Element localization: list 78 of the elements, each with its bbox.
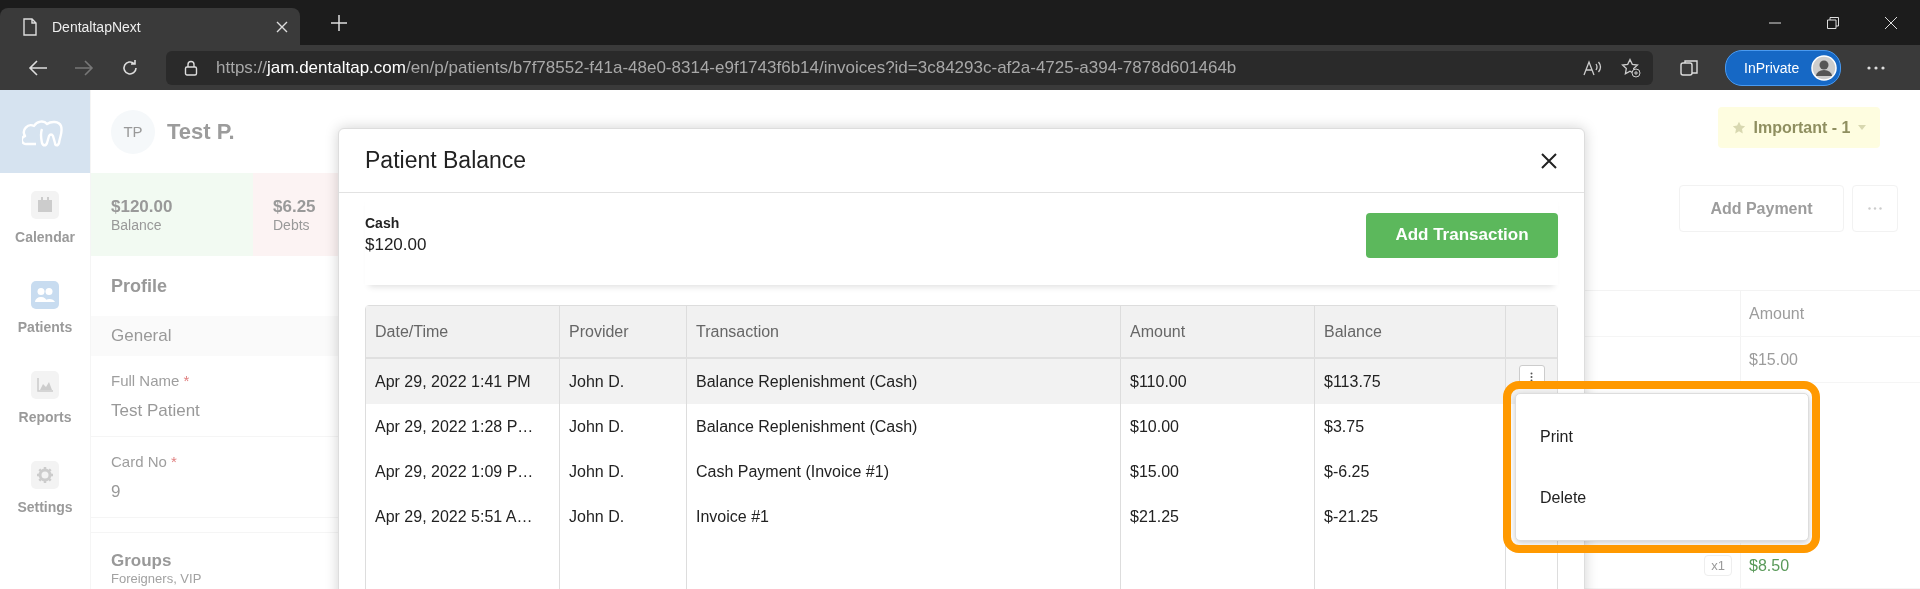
groups-heading: Groups — [111, 551, 173, 571]
section-bar: General — [91, 316, 339, 356]
column-header: Date/Time — [366, 306, 560, 357]
field-value: 9 — [111, 481, 122, 502]
gear-icon — [37, 467, 53, 483]
avatar-icon — [1811, 54, 1838, 81]
table-cell: Apr 29, 2022 5:51 A… — [366, 494, 560, 539]
column-header: Balance — [1315, 306, 1506, 357]
table-cell: John D. — [560, 404, 687, 449]
close-icon[interactable] — [1541, 152, 1557, 169]
chart-icon — [37, 378, 53, 392]
table-cell: Apr 29, 2022 1:41 PM — [366, 359, 560, 404]
forward-icon[interactable] — [74, 58, 94, 77]
table-cell: $-21.25 — [1315, 494, 1506, 539]
amount-cell: $8.50 — [1740, 543, 1877, 588]
account-amount: $120.00 — [365, 235, 427, 255]
transaction-row[interactable]: Apr 29, 2022 5:51 A… John D. Invoice #1 $21.25 $-21.25 — [366, 494, 1506, 539]
menu-item[interactable]: Delete — [1516, 467, 1808, 528]
tab-title: DentaltapNext — [52, 18, 142, 35]
section-heading: Profile — [110, 274, 168, 298]
table-cell: John D. — [560, 449, 687, 494]
column-header: Amount — [1740, 291, 1877, 336]
transaction-row[interactable]: Apr 29, 2022 1:09 P… John D. Cash Payment (Invoice #1) $15.00 $-6.25 — [366, 449, 1506, 494]
address-field[interactable]: https://jam.dentaltap.com/en/p/patients/b7f78552-f41a-48e0-8314-e9f1743f6b14/invoices?id=3c84293c-af2a-4725-a394-7878d601464b — [166, 50, 1653, 85]
groups-value: Foreigners, VIP — [111, 571, 203, 586]
table-cell: John D. — [560, 359, 687, 404]
table-cell: Apr 29, 2022 1:09 P… — [366, 449, 560, 494]
menu-item[interactable]: Print — [1516, 406, 1808, 467]
field-value: Test Patient — [111, 400, 201, 421]
field-label: Card No * — [111, 452, 178, 470]
account-label: Cash — [365, 215, 401, 231]
column-header: Transaction — [687, 306, 1121, 357]
initials-avatar: TP — [111, 109, 155, 154]
transaction-row[interactable]: Apr 29, 2022 1:28 P… John D. Balance Replenishment (Cash) $10.00 $3.75 — [366, 404, 1506, 449]
read-aloud-icon[interactable] — [1583, 59, 1603, 76]
table-cell: Invoice #1 — [687, 494, 1121, 539]
summary-amount: $6.25 — [273, 196, 317, 217]
table-cell: $-6.25 — [1315, 449, 1506, 494]
calendar-icon — [37, 197, 53, 213]
column-header: Provider — [560, 306, 687, 357]
field-label: Full Name * — [111, 371, 191, 389]
star-icon — [1731, 120, 1746, 135]
dialog-title: Patient Balance — [365, 147, 527, 174]
lock-icon — [184, 59, 198, 76]
table-cell: Balance Replenishment (Cash) — [687, 359, 1121, 404]
column-header: Amount — [1121, 306, 1315, 357]
favorites-add-icon[interactable] — [1621, 57, 1641, 78]
back-icon[interactable] — [28, 58, 48, 77]
summary-label: Balance — [111, 216, 163, 233]
patient-name: Test P. — [167, 118, 235, 145]
summary-amount: $120.00 — [111, 196, 174, 217]
table-cell: Apr 29, 2022 1:28 P… — [366, 404, 560, 449]
inprivate-button[interactable]: InPrivate — [1725, 49, 1842, 86]
table-cell: $15.00 — [1121, 449, 1315, 494]
people-icon — [35, 287, 55, 303]
caret-icon — [1858, 125, 1867, 130]
amount-cell: $15.00 — [1740, 337, 1877, 382]
table-cell: Balance Replenishment (Cash) — [687, 404, 1121, 449]
kebab-icon — [1530, 372, 1533, 382]
summary-label: Debts — [273, 216, 311, 233]
quantity-badge: x1 — [1704, 555, 1732, 576]
more-icon[interactable] — [1867, 65, 1886, 70]
table-cell: John D. — [560, 494, 687, 539]
logo-tile[interactable] — [0, 90, 90, 173]
page-icon — [22, 17, 38, 36]
table-cell: $110.00 — [1121, 359, 1315, 404]
url-text: https://jam.dentaltap.com/en/p/patients/b7f78552-f41a-48e0-8314-e9f1743f6b14/invoices?id=3c84293c-af2a-4725-a394-7878d601464b — [216, 57, 1237, 78]
collections-icon[interactable] — [1679, 57, 1699, 78]
more-icon — [1868, 207, 1882, 210]
restore-icon[interactable] — [1827, 16, 1839, 29]
table-cell: Cash Payment (Invoice #1) — [687, 449, 1121, 494]
new-tab-icon[interactable] — [330, 13, 348, 32]
browser-tab[interactable]: DentaltapNext — [0, 8, 300, 45]
transaction-row[interactable]: Apr 29, 2022 1:41 PM John D. Balance Replenishment (Cash) $110.00 $113.75 — [366, 359, 1506, 404]
refresh-icon[interactable] — [120, 57, 140, 78]
table-cell: $3.75 — [1315, 404, 1506, 449]
table-cell: $10.00 — [1121, 404, 1315, 449]
table-cell: $21.25 — [1121, 494, 1315, 539]
